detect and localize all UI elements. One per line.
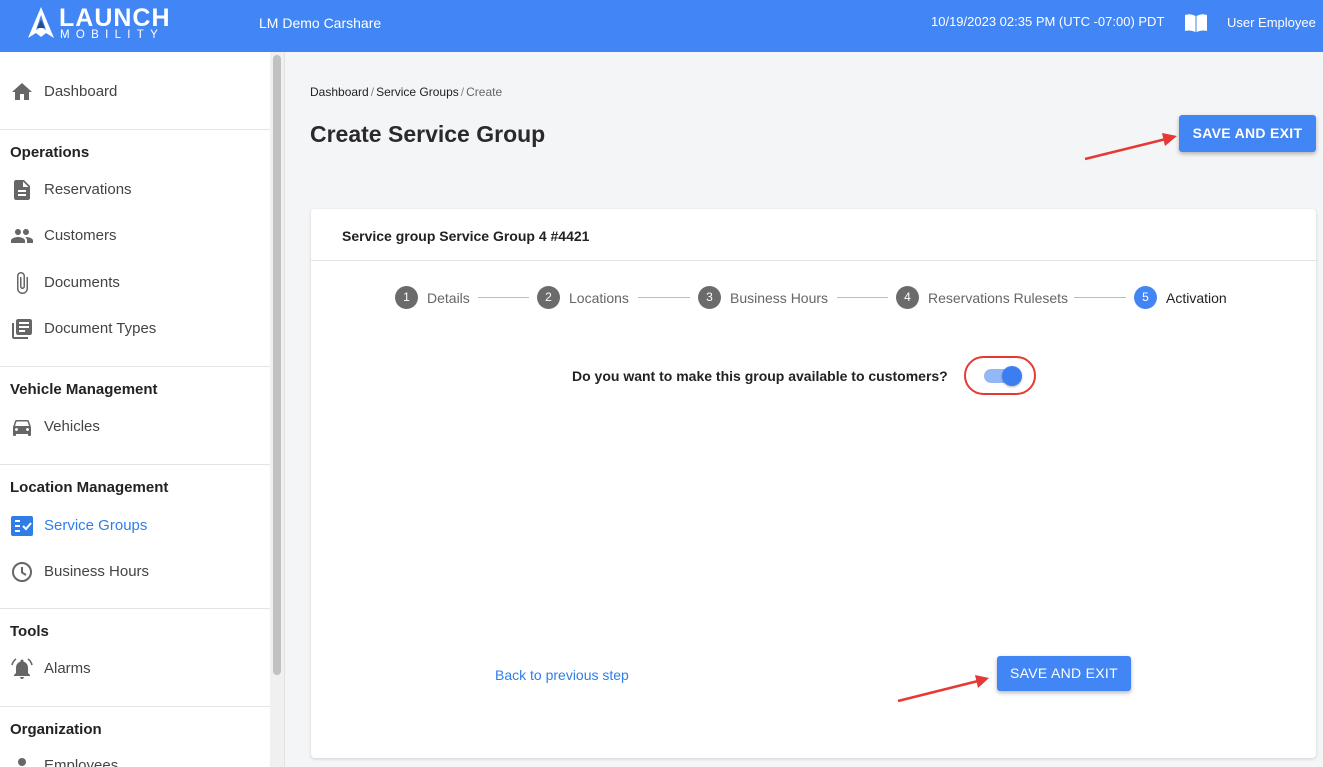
people-icon [11, 229, 33, 243]
section-title-vehicle-management: Vehicle Management [10, 381, 158, 398]
sidebar-item-label: Alarms [44, 660, 91, 677]
step-connector [638, 297, 690, 298]
sidebar-item-employees[interactable]: Employees [0, 746, 270, 767]
top-bar: LAUNCH MOBILITY LM Demo Carshare 10/19/2… [0, 0, 1323, 52]
step-1-label[interactable]: Details [427, 289, 470, 307]
alarm-bell-icon [11, 658, 33, 679]
sidebar-item-label: Dashboard [44, 83, 118, 100]
sidebar-divider [0, 706, 270, 707]
sidebar-item-label: Documents [44, 274, 120, 291]
checklist-icon [11, 516, 33, 536]
sidebar-item-label: Document Types [44, 320, 157, 337]
sidebar-item-document-types[interactable]: Document Types [0, 309, 270, 349]
step-3-label[interactable]: Business Hours [730, 289, 828, 307]
person-icon [18, 758, 26, 766]
availability-question: Do you want to make this group available… [572, 368, 948, 384]
sidebar-item-service-groups[interactable]: Service Groups [0, 506, 270, 546]
sidebar-item-alarms[interactable]: Alarms [0, 649, 270, 689]
clock-icon [12, 562, 32, 582]
sidebar-item-label: Employees [44, 757, 119, 767]
step-3-number[interactable]: 3 [698, 286, 721, 309]
library-books-icon [12, 319, 32, 339]
section-title-location-management: Location Management [10, 479, 169, 496]
section-title-organization: Organization [10, 721, 102, 738]
sidebar-item-vehicles[interactable]: Vehicles [0, 407, 270, 447]
step-5-label[interactable]: Activation [1166, 289, 1227, 307]
document-icon [14, 180, 30, 200]
step-connector [1074, 297, 1126, 298]
card-header: Service group Service Group 4 #4421 [311, 209, 1316, 261]
breadcrumb: Dashboard / Service Groups / Create [310, 84, 502, 100]
breadcrumb-dashboard[interactable]: Dashboard [310, 85, 369, 99]
back-to-previous-step-link[interactable]: Back to previous step [495, 666, 629, 684]
sidebar-item-dashboard[interactable]: Dashboard [0, 72, 270, 112]
home-icon [12, 83, 32, 100]
step-connector [837, 297, 888, 298]
sidebar-item-label: Service Groups [44, 517, 148, 534]
step-2-number[interactable]: 2 [537, 286, 560, 309]
step-4-label[interactable]: Reservations Rulesets [928, 289, 1068, 307]
breadcrumb-separator: / [370, 85, 375, 99]
current-datetime: 10/19/2023 02:35 PM (UTC -07:00) PDT [931, 14, 1165, 29]
sidebar-item-label: Vehicles [44, 418, 100, 435]
sidebar-item-label: Reservations [44, 181, 132, 198]
logo-mark-icon [28, 7, 54, 38]
book-icon[interactable] [1184, 12, 1208, 34]
section-title-operations: Operations [10, 144, 90, 161]
user-menu[interactable]: User Employee [1227, 14, 1316, 32]
step-1-number[interactable]: 1 [395, 286, 418, 309]
save-and-exit-button-bottom[interactable]: SAVE AND EXIT [997, 656, 1131, 691]
breadcrumb-service-groups[interactable]: Service Groups [376, 85, 459, 99]
sidebar-scrollbar[interactable] [270, 52, 285, 767]
organization-name: LM Demo Carshare [259, 15, 382, 31]
paperclip-icon [17, 272, 28, 294]
step-connector [478, 297, 529, 298]
sidebar-item-business-hours[interactable]: Business Hours [0, 552, 270, 592]
step-2-label[interactable]: Locations [569, 289, 629, 307]
breadcrumb-current: Create [466, 85, 503, 99]
section-title-tools: Tools [10, 623, 49, 640]
sidebar-divider [0, 464, 270, 465]
step-5-number[interactable]: 5 [1134, 286, 1157, 309]
breadcrumb-separator: / [460, 85, 465, 99]
scrollbar-thumb[interactable] [273, 55, 281, 675]
launch-mobility-logo[interactable]: LAUNCH MOBILITY [26, 4, 176, 44]
sidebar: Dashboard Operations Reservations Custom… [0, 52, 270, 767]
toggle-knob[interactable] [1002, 366, 1022, 386]
sidebar-divider [0, 366, 270, 367]
sidebar-divider [0, 608, 270, 609]
card-title: Service group Service Group 4 #4421 [342, 228, 590, 244]
annotation-arrow-top [1084, 133, 1177, 161]
sidebar-divider [0, 129, 270, 130]
page-title: Create Service Group [310, 121, 546, 147]
logo-subtitle: MOBILITY [60, 29, 165, 41]
sidebar-item-customers[interactable]: Customers [0, 216, 270, 256]
step-4-number[interactable]: 4 [896, 286, 919, 309]
car-icon [13, 420, 31, 436]
logo-word: LAUNCH [59, 4, 171, 32]
sidebar-item-label: Customers [44, 227, 117, 244]
sidebar-item-label: Business Hours [44, 563, 150, 580]
sidebar-item-documents[interactable]: Documents [0, 263, 270, 303]
save-and-exit-button-top[interactable]: SAVE AND EXIT [1179, 115, 1316, 152]
sidebar-item-reservations[interactable]: Reservations [0, 170, 270, 210]
